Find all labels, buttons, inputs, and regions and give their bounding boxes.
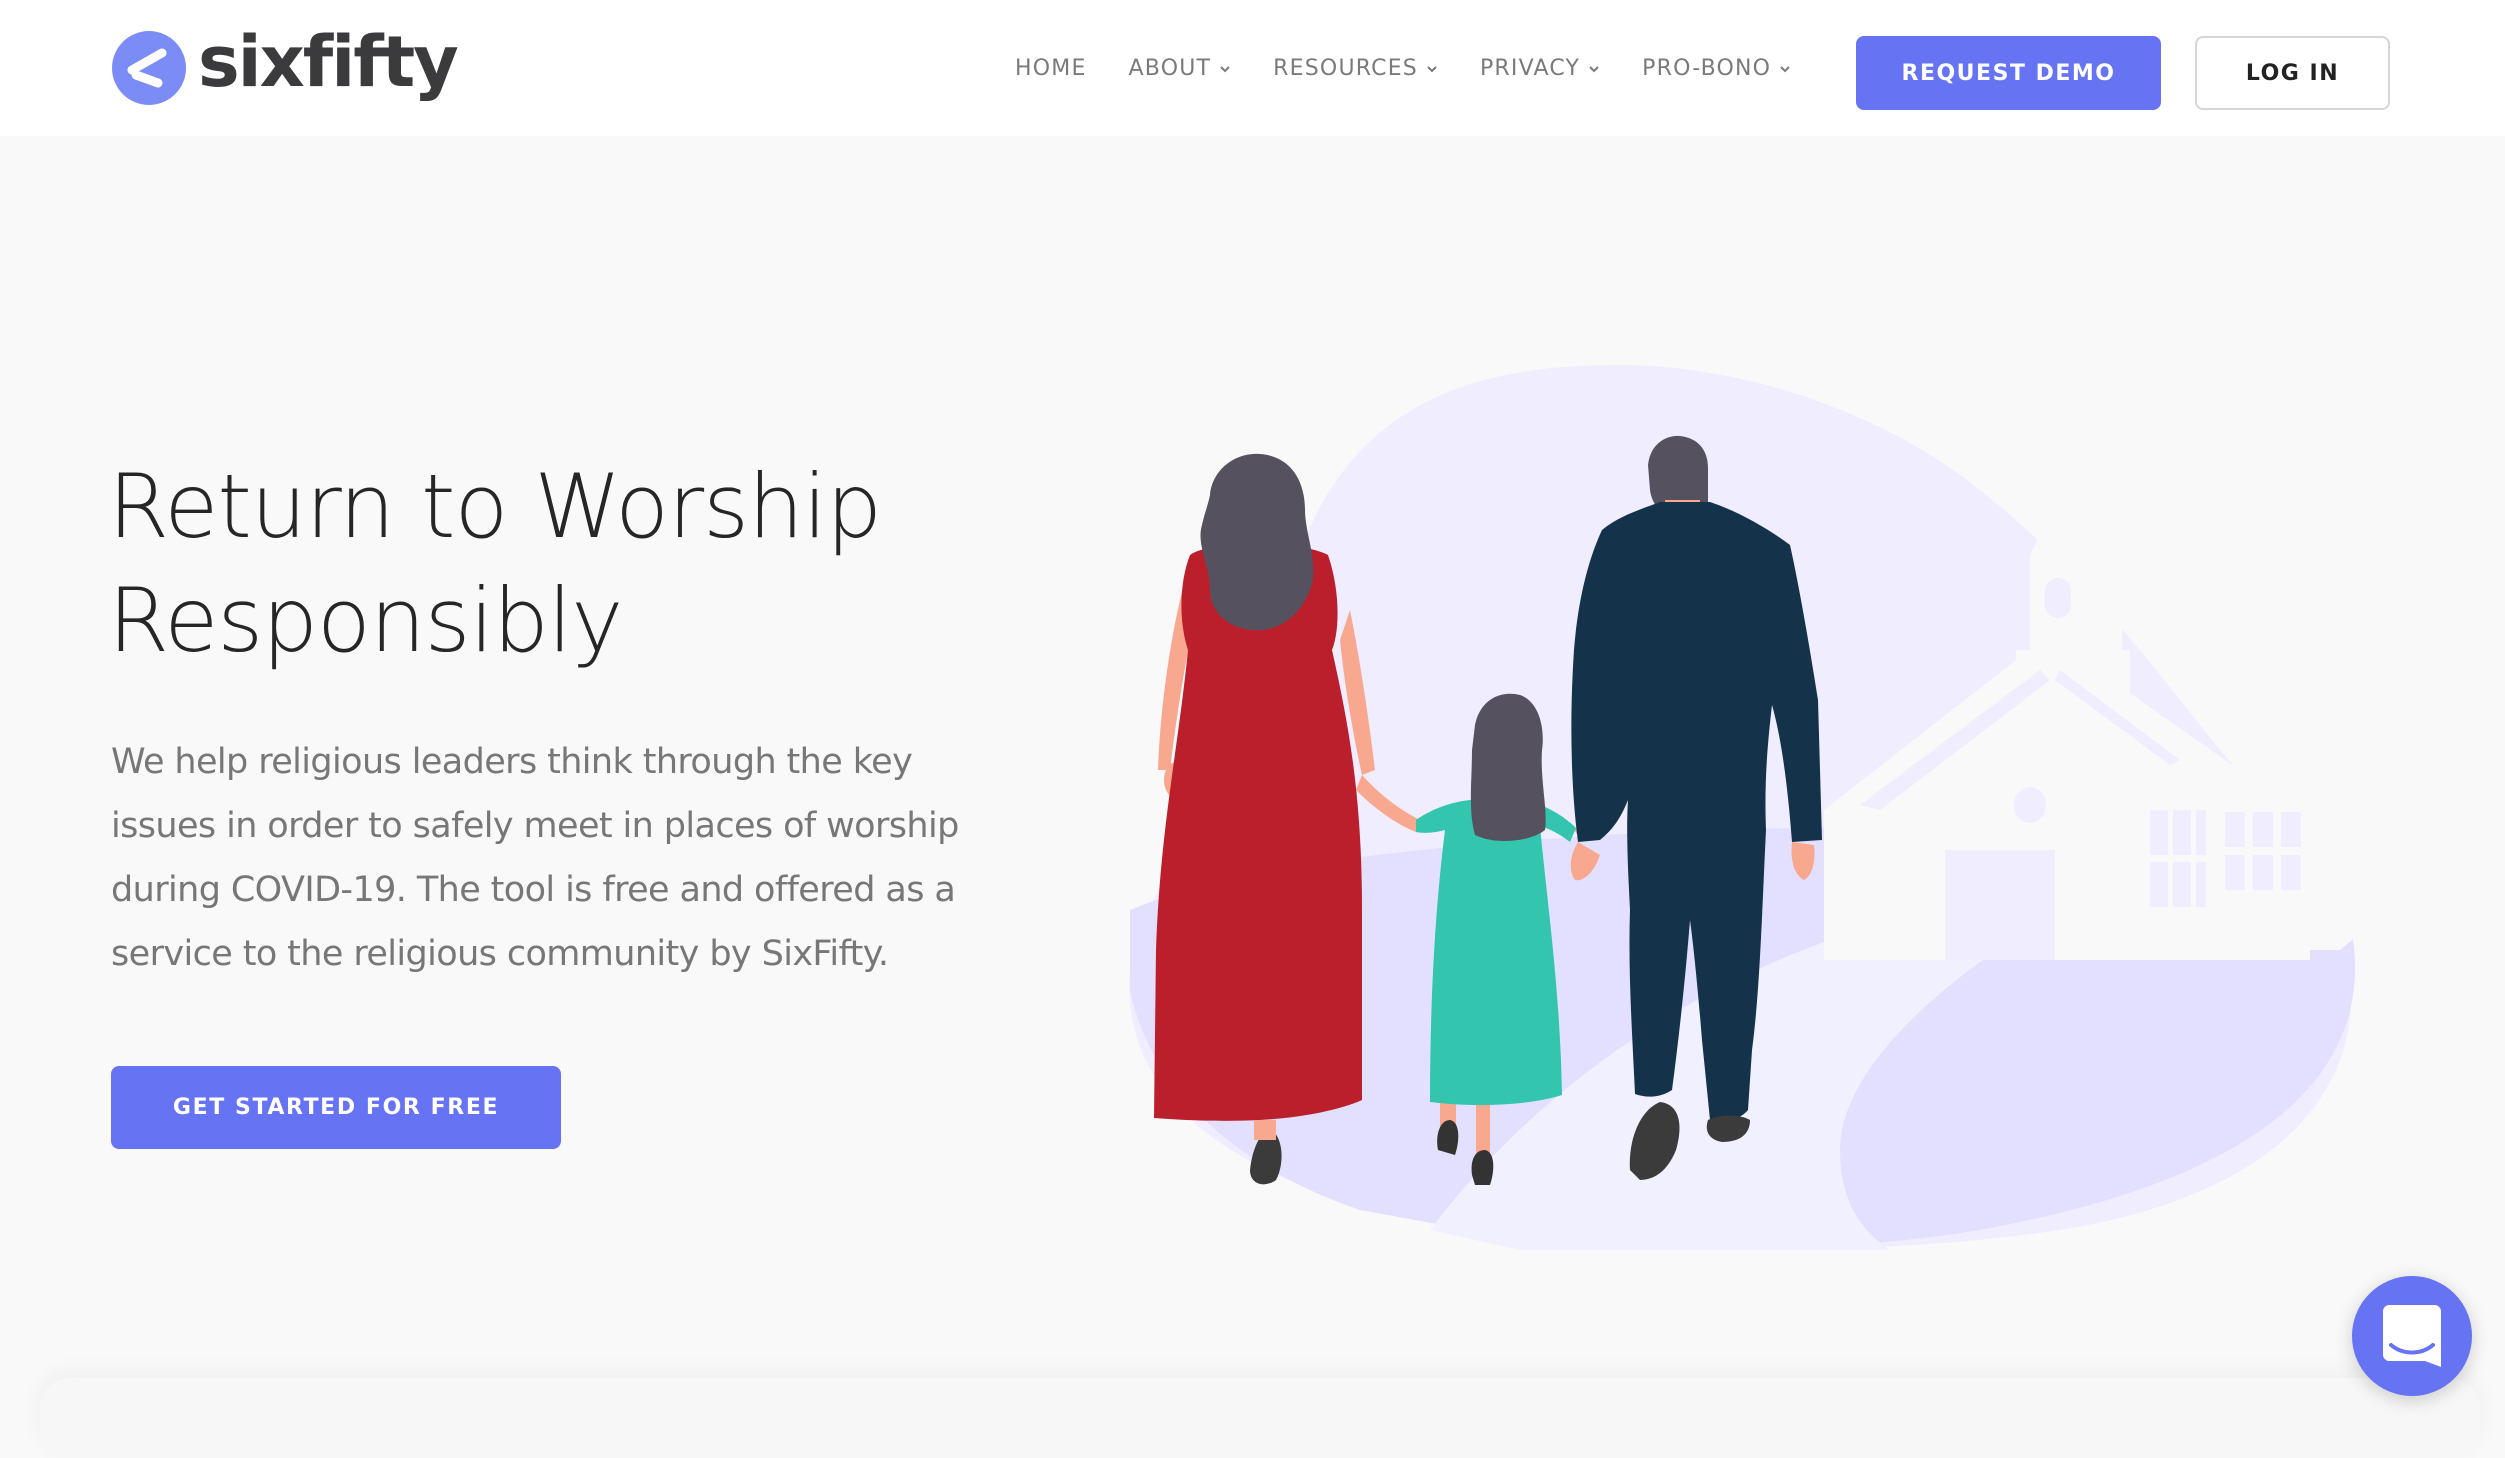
hero-title-line: Responsibly bbox=[108, 569, 623, 672]
hero-description-line: during COVID-19. The tool is free and of… bbox=[111, 870, 956, 910]
request-demo-button[interactable]: REQUEST DEMO bbox=[1856, 36, 2161, 110]
logo-link[interactable]: sixfifty bbox=[112, 21, 459, 110]
login-button[interactable]: LOG IN bbox=[2195, 36, 2390, 110]
nav-item-home[interactable]: HOME bbox=[1015, 56, 1087, 81]
hero-description: We help religious leaders think through … bbox=[111, 730, 1031, 986]
nav-item-about[interactable]: ABOUT bbox=[1129, 56, 1232, 81]
hero-title-line: Return to Worship bbox=[108, 455, 882, 558]
nav-item-label: PRO-BONO bbox=[1642, 56, 1772, 81]
chat-smile-icon bbox=[2383, 1305, 2441, 1367]
get-started-button[interactable]: GET STARTED FOR FREE bbox=[111, 1066, 561, 1149]
chevron-down-icon bbox=[1780, 65, 1790, 72]
hero-description-line: We help religious leaders think through … bbox=[111, 742, 913, 782]
main-nav: HOME ABOUT RESOURCES PRIVACY PRO-BONO bbox=[1015, 56, 1791, 81]
nav-item-label: HOME bbox=[1015, 56, 1087, 81]
hero-description-line: service to the religious community by Si… bbox=[111, 934, 889, 974]
chevron-down-icon bbox=[1589, 65, 1599, 72]
chevron-down-icon bbox=[1220, 65, 1230, 72]
nav-item-privacy[interactable]: PRIVACY bbox=[1480, 56, 1600, 81]
chevron-down-icon bbox=[1427, 65, 1437, 72]
nav-item-resources[interactable]: RESOURCES bbox=[1273, 56, 1438, 81]
chat-launcher-button[interactable] bbox=[2352, 1276, 2472, 1396]
nav-item-label: ABOUT bbox=[1128, 56, 1212, 81]
logo-wordmark: sixfifty bbox=[198, 21, 459, 103]
nav-item-pro-bono[interactable]: PRO-BONO bbox=[1642, 56, 1791, 81]
hero-description-line: issues in order to safely meet in places… bbox=[111, 806, 959, 846]
site-header: sixfifty HOME ABOUT RESOURCES PRIVACY PR… bbox=[0, 0, 2505, 136]
logo-icon bbox=[112, 31, 186, 105]
church-door bbox=[1945, 850, 2055, 960]
church-round-window bbox=[2014, 787, 2046, 823]
next-section-card bbox=[40, 1378, 2480, 1458]
hero-title: Return to Worship Responsibly bbox=[108, 450, 1008, 678]
nav-item-label: RESOURCES bbox=[1273, 56, 1418, 81]
nav-item-label: PRIVACY bbox=[1479, 56, 1581, 81]
family-church-illustration bbox=[1129, 365, 2400, 1250]
